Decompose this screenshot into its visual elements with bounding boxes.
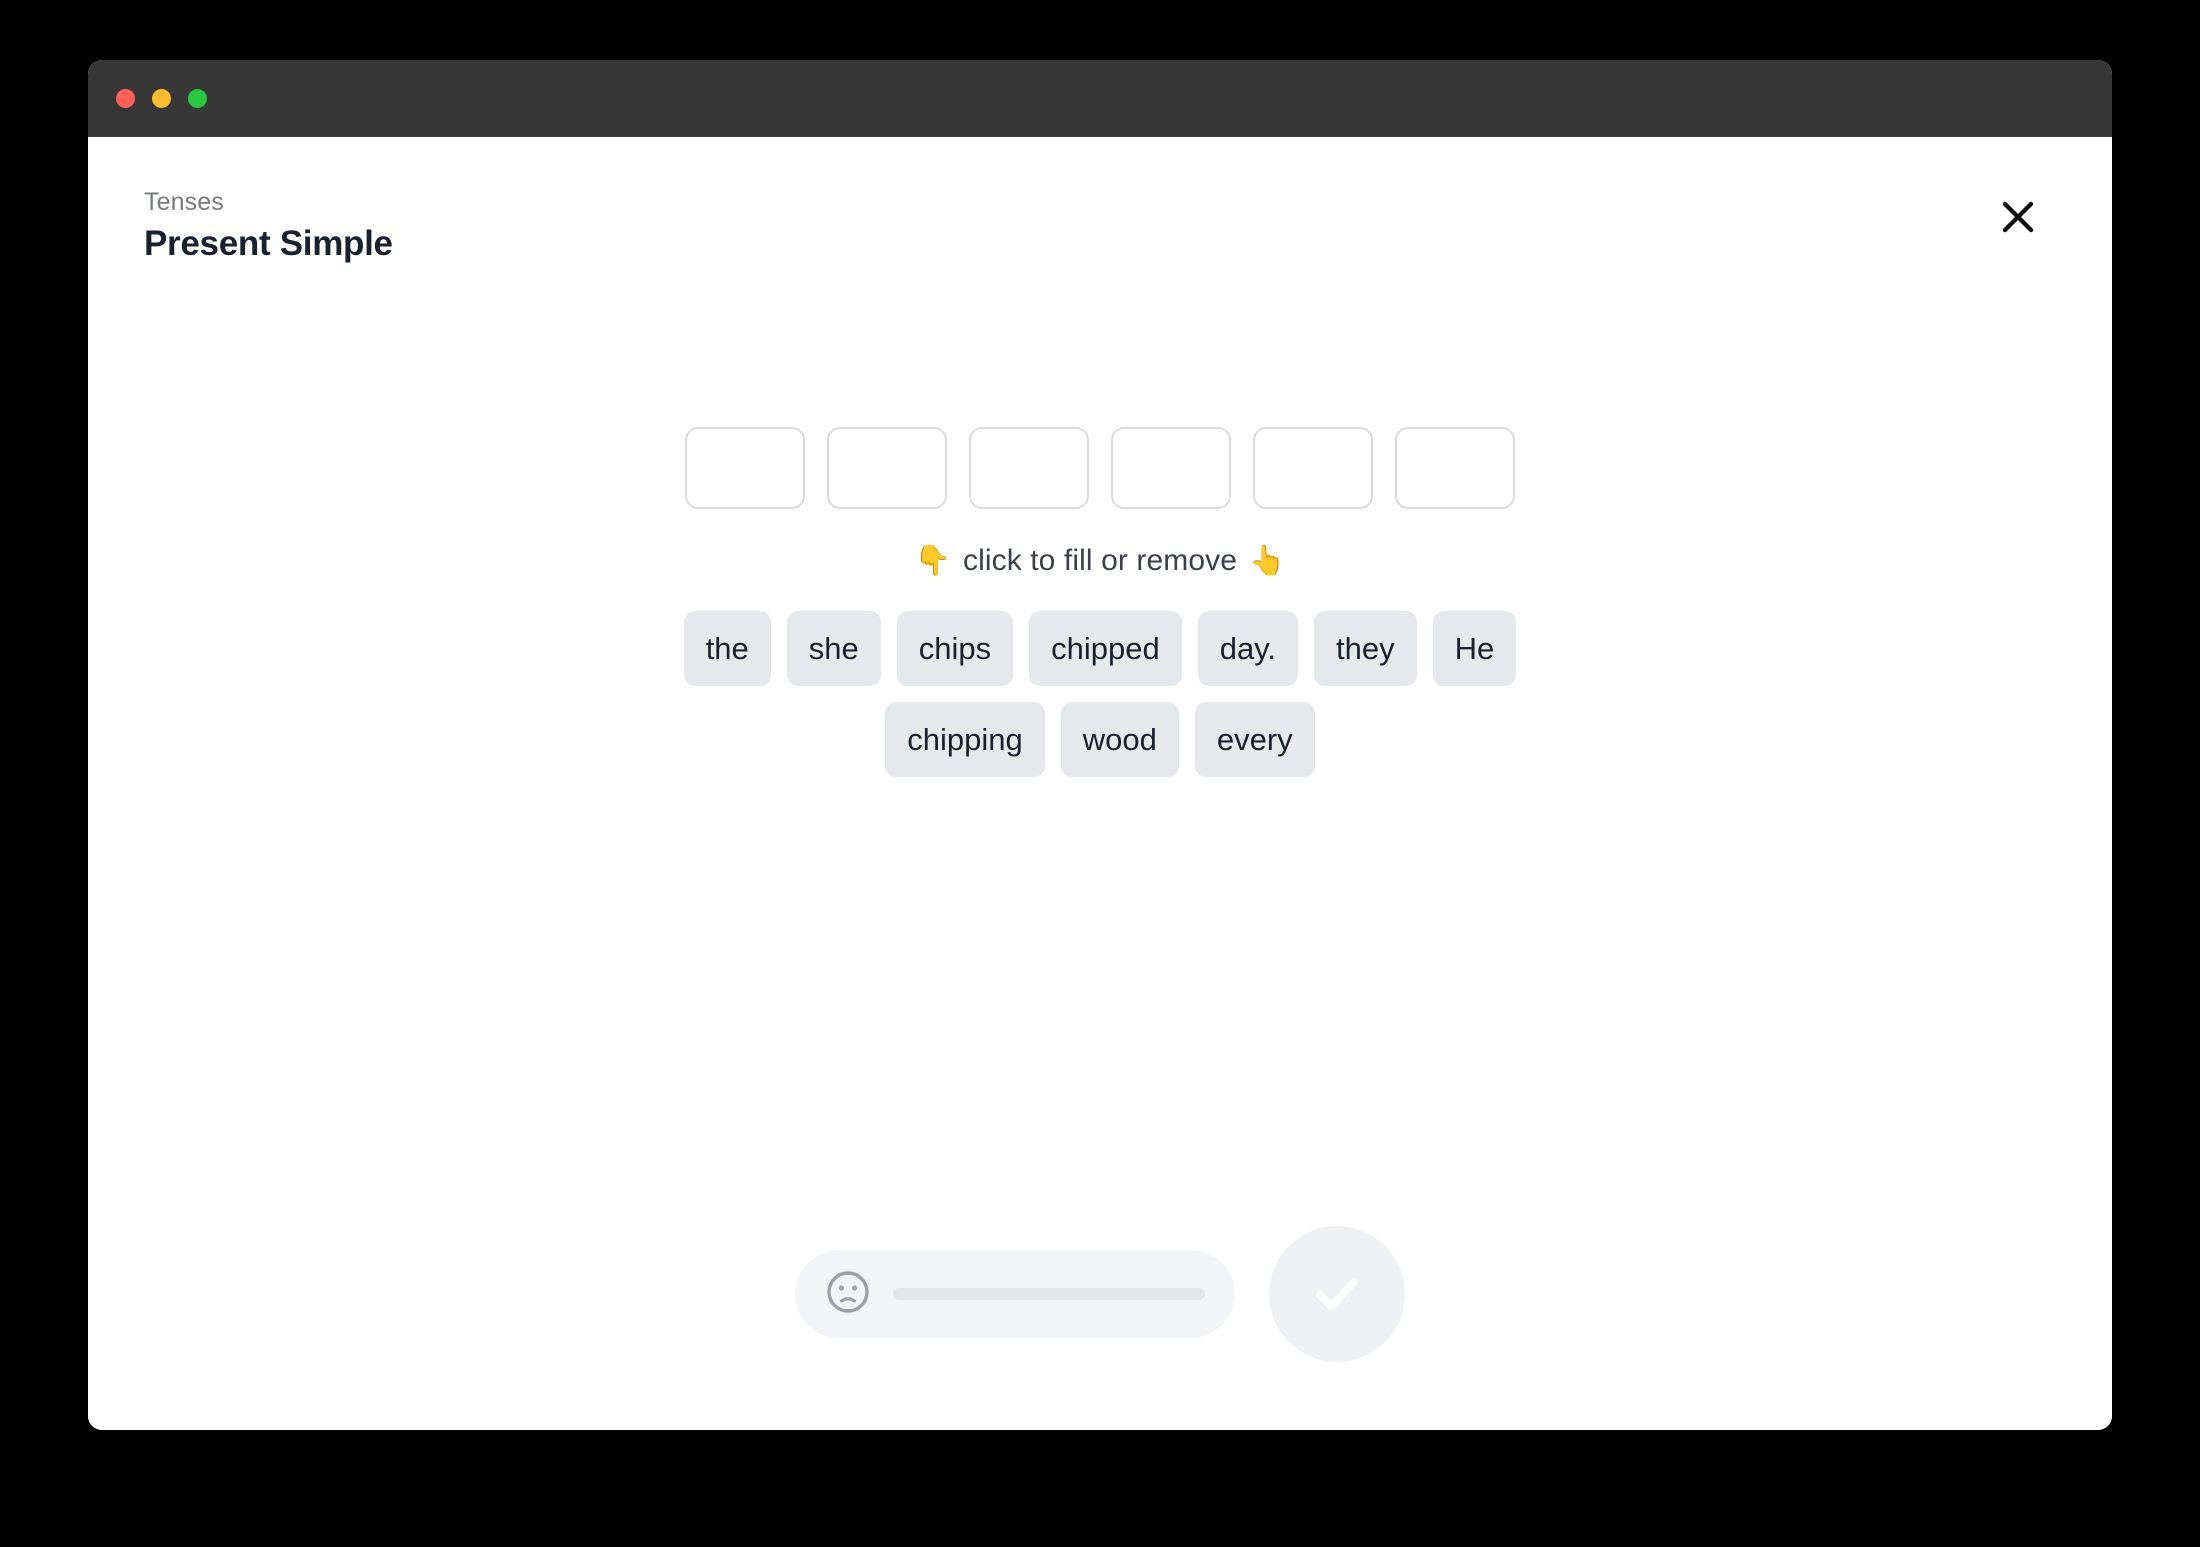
word-chip[interactable]: He <box>1432 611 1517 686</box>
answer-slot[interactable] <box>827 427 947 509</box>
answer-slot[interactable] <box>685 427 805 509</box>
answer-slot[interactable] <box>1395 427 1515 509</box>
word-chip[interactable]: chipping <box>885 702 1045 777</box>
window-minimize-light[interactable] <box>152 89 171 108</box>
word-chip[interactable]: the <box>683 611 771 686</box>
close-button[interactable] <box>1990 189 2046 245</box>
word-chip[interactable]: chipped <box>1029 611 1182 686</box>
traffic-lights <box>116 89 207 108</box>
point-down-icon: 👇 <box>914 544 951 577</box>
app-body: Tenses Present Simple 👇 click to fill or… <box>88 137 2112 1430</box>
breadcrumb: Tenses <box>144 188 224 216</box>
word-chip[interactable]: wood <box>1060 702 1179 777</box>
word-bank: the she chips chipped day. they He chipp… <box>683 611 1517 777</box>
answer-slots <box>685 427 1515 509</box>
word-bank-row: the she chips chipped day. they He <box>683 611 1517 686</box>
word-chip[interactable]: day. <box>1197 611 1299 686</box>
word-chip[interactable]: every <box>1194 702 1315 777</box>
footer-controls <box>88 1226 2112 1362</box>
window-zoom-light[interactable] <box>188 89 207 108</box>
hint-label: click to fill or remove <box>962 544 1238 577</box>
header-titles: Tenses Present Simple <box>144 187 393 265</box>
word-bank-row: chipping wood every <box>885 702 1315 777</box>
page-title: Present Simple <box>144 224 393 263</box>
answer-slot[interactable] <box>1111 427 1231 509</box>
word-chip[interactable]: they <box>1314 611 1417 686</box>
close-icon <box>2001 200 2035 234</box>
submit-button[interactable] <box>1269 1226 1405 1362</box>
point-up-icon: 👆 <box>1249 544 1286 577</box>
page-header: Tenses Present Simple <box>144 187 2056 265</box>
feedback-bar[interactable] <box>795 1250 1235 1338</box>
window-titlebar <box>88 60 2112 137</box>
answer-slot[interactable] <box>1253 427 1373 509</box>
word-chip[interactable]: she <box>786 611 881 686</box>
check-icon <box>1303 1260 1371 1328</box>
window-close-light[interactable] <box>116 89 135 108</box>
hint-text: 👇 click to fill or remove 👆 <box>915 543 1285 579</box>
exercise-area: 👇 click to fill or remove 👆 the she chip… <box>88 427 2112 777</box>
neutral-face-icon <box>825 1269 871 1320</box>
word-chip[interactable]: chips <box>896 611 1014 686</box>
answer-slot[interactable] <box>969 427 1089 509</box>
app-window: Tenses Present Simple 👇 click to fill or… <box>88 60 2112 1430</box>
feedback-progress-track[interactable] <box>893 1288 1205 1300</box>
